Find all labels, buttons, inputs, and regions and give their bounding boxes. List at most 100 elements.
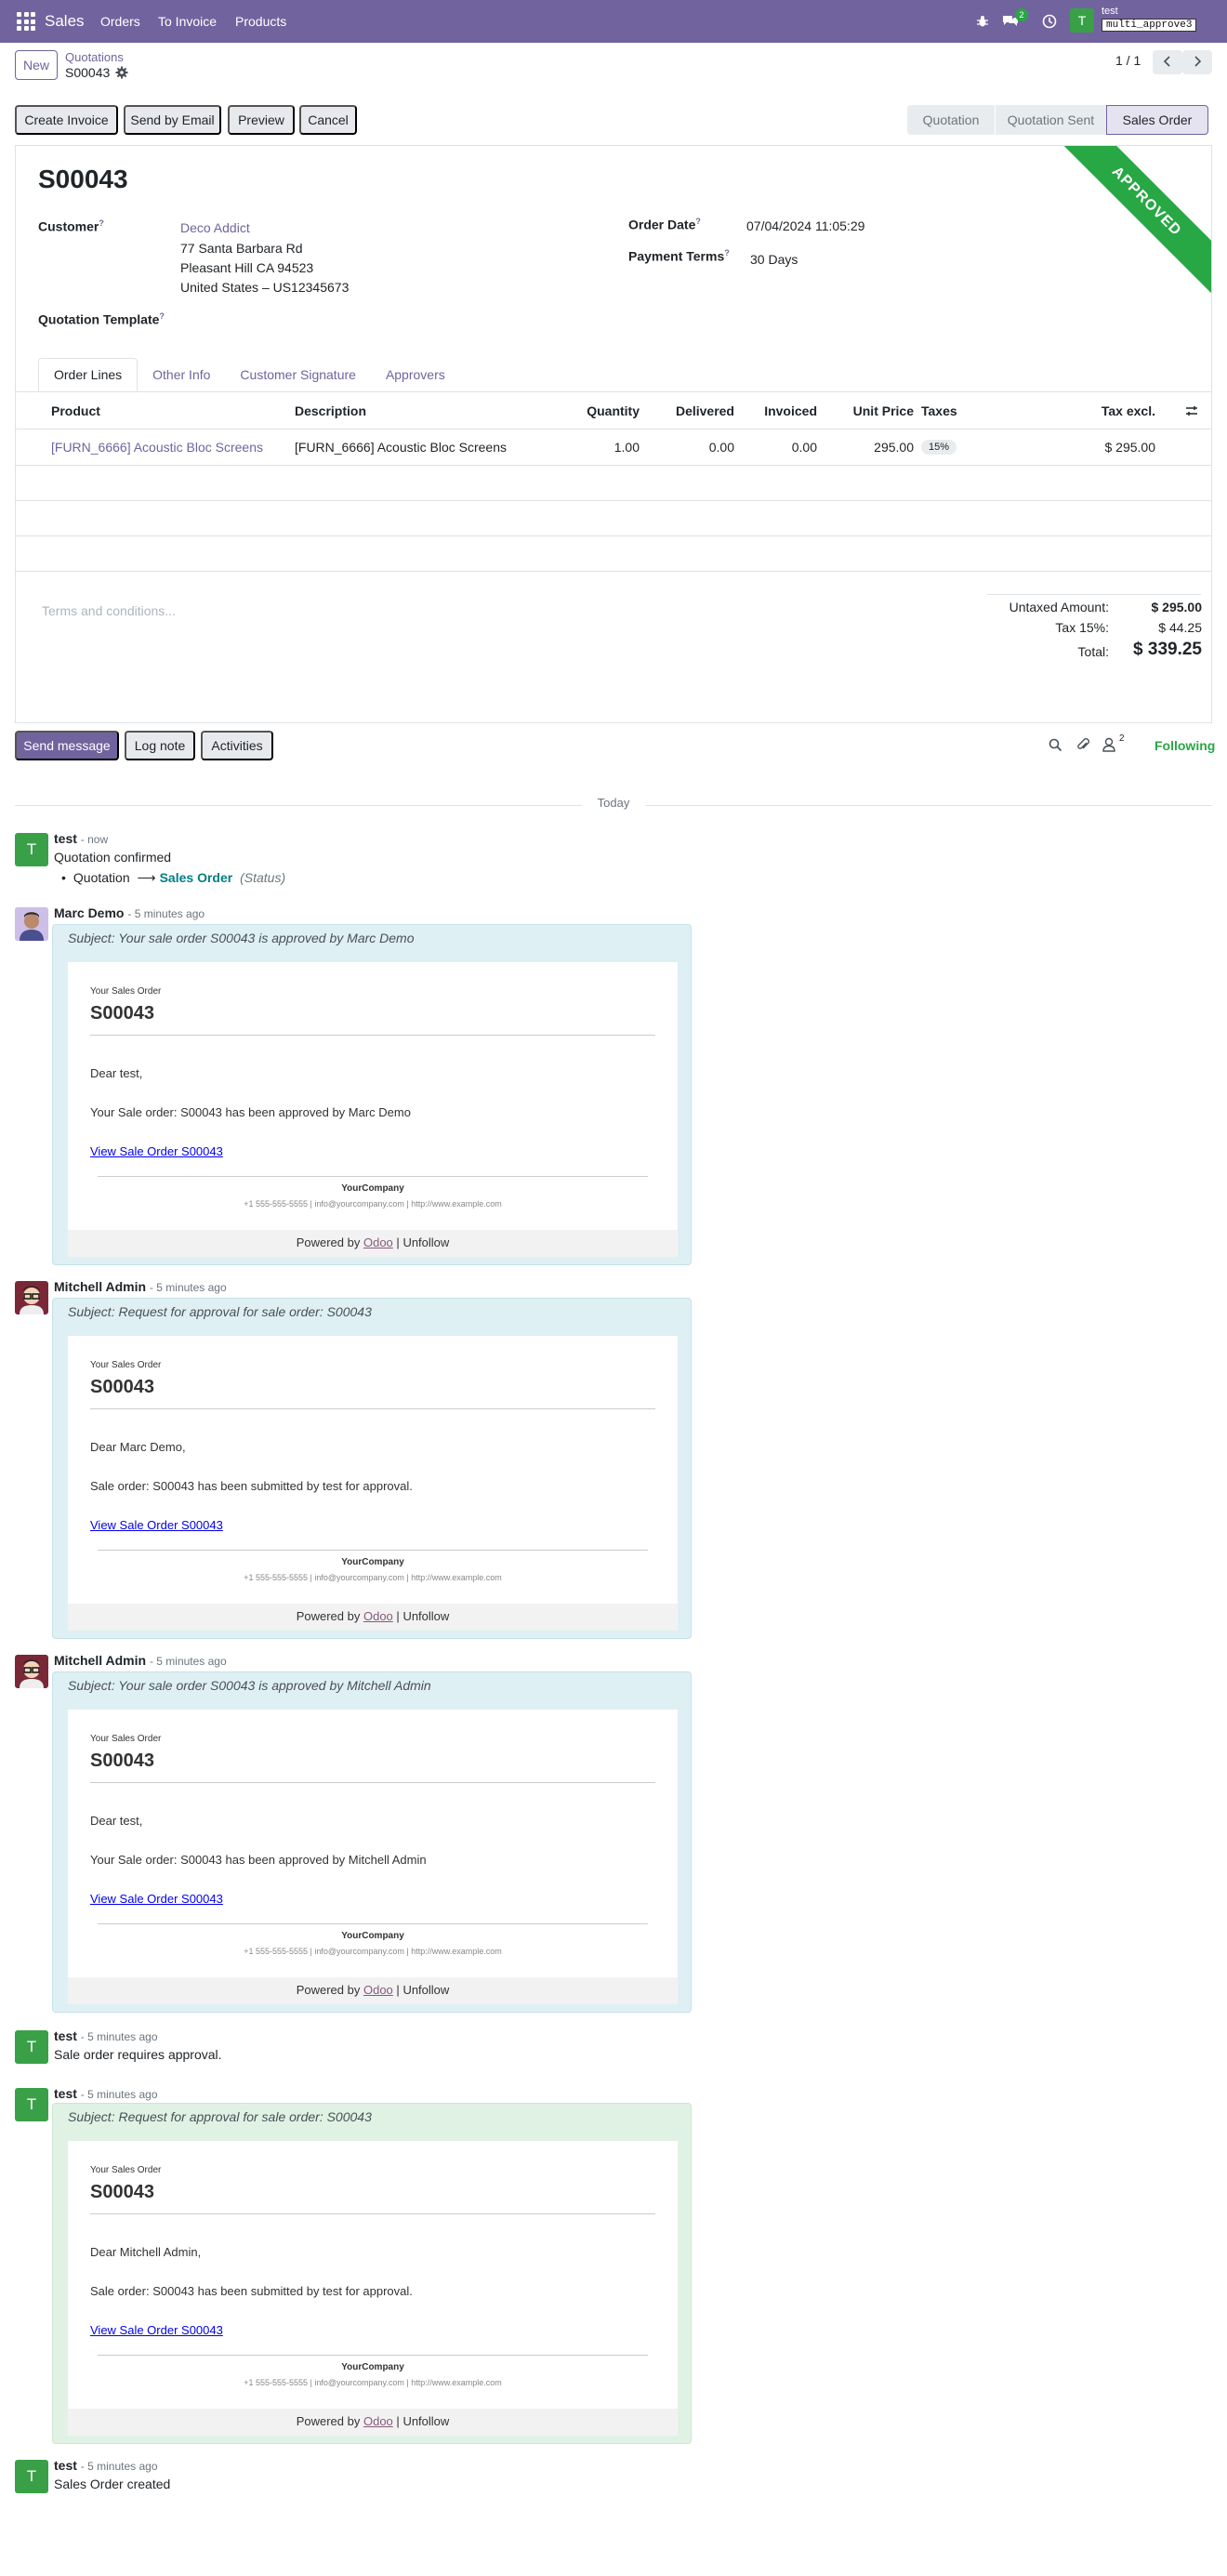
- row-unit-price[interactable]: 295.00: [825, 440, 914, 455]
- unfollow-link[interactable]: Unfollow: [402, 1609, 449, 1623]
- message-author[interactable]: Marc Demo - 5 minutes ago: [54, 905, 204, 920]
- optional-columns-icon[interactable]: [1185, 404, 1198, 420]
- preview-button[interactable]: Preview: [228, 105, 295, 135]
- create-invoice-button[interactable]: Create Invoice: [15, 105, 118, 135]
- tabs-divider: [16, 391, 1211, 392]
- form-tabs: Order Lines Other Info Customer Signatur…: [38, 358, 460, 391]
- debug-bug-icon[interactable]: [972, 11, 993, 32]
- row-quantity[interactable]: 1.00: [532, 440, 640, 455]
- order-date-value[interactable]: 07/04/2024 11:05:29: [746, 218, 864, 233]
- email-message-card: Subject: Request for approval for sale o…: [52, 2103, 692, 2444]
- col-delivered[interactable]: Delivered: [648, 403, 734, 418]
- row-product[interactable]: [FURN_6666] Acoustic Bloc Screens: [51, 440, 263, 455]
- email-divider: [98, 2355, 648, 2356]
- email-title: S00043: [90, 1750, 154, 1771]
- avatar[interactable]: [15, 1655, 48, 1688]
- message-author[interactable]: Mitchell Admin - 5 minutes ago: [54, 1279, 227, 1294]
- apps-menu-icon[interactable]: [17, 12, 35, 31]
- menu-to-invoice[interactable]: To Invoice: [158, 14, 217, 29]
- avatar[interactable]: T: [15, 2030, 48, 2064]
- col-unit-price[interactable]: Unit Price: [825, 403, 914, 418]
- order-name: S00043: [38, 165, 128, 193]
- gear-icon[interactable]: [115, 66, 128, 79]
- email-kicker: Your Sales Order: [90, 986, 162, 997]
- tab-customer-signature[interactable]: Customer Signature: [225, 358, 371, 391]
- row-tax-badge[interactable]: 15%: [921, 440, 957, 455]
- following-button[interactable]: Following: [1154, 738, 1215, 753]
- app-name[interactable]: Sales: [45, 12, 85, 31]
- new-button[interactable]: New: [15, 50, 58, 80]
- chat-badge: 2: [1015, 8, 1028, 21]
- message-author[interactable]: test - 5 minutes ago: [54, 2086, 158, 2101]
- table-row[interactable]: [FURN_6666] Acoustic Bloc Screens [FURN_…: [16, 429, 1211, 465]
- email-greeting: Dear Marc Demo,: [90, 1440, 186, 1454]
- message-author[interactable]: Mitchell Admin - 5 minutes ago: [54, 1653, 227, 1668]
- row-tax-excl: $ 295.00: [1104, 440, 1156, 455]
- terms-input[interactable]: Terms and conditions...: [42, 603, 176, 618]
- message-author[interactable]: test - now: [54, 831, 108, 846]
- odoo-link[interactable]: Odoo: [363, 1235, 393, 1249]
- email-contact: +1 555-555-5555 | info@yourcompany.com |…: [244, 1199, 502, 1209]
- send-by-email-button[interactable]: Send by Email: [124, 105, 221, 135]
- message-author[interactable]: test - 5 minutes ago: [54, 2028, 158, 2043]
- tab-approvers[interactable]: Approvers: [371, 358, 460, 391]
- breadcrumb-current: S00043: [65, 65, 111, 80]
- approved-ribbon: APPROVED: [1047, 146, 1211, 301]
- unfollow-link[interactable]: Unfollow: [402, 1983, 449, 1997]
- col-quantity[interactable]: Quantity: [532, 403, 640, 418]
- view-sale-order-link[interactable]: View Sale Order S00043: [90, 1518, 223, 1532]
- followers-icon[interactable]: [1102, 737, 1115, 755]
- col-invoiced[interactable]: Invoiced: [741, 403, 817, 418]
- col-taxes[interactable]: Taxes: [921, 403, 957, 418]
- user-avatar[interactable]: T: [1070, 8, 1094, 33]
- menu-orders[interactable]: Orders: [100, 14, 140, 29]
- activities-button[interactable]: Activities: [201, 731, 273, 760]
- paperclip-icon[interactable]: [1076, 737, 1090, 755]
- email-kicker: Your Sales Order: [90, 1360, 162, 1370]
- user-menu[interactable]: test multi_approve3: [1102, 6, 1197, 32]
- odoo-link[interactable]: Odoo: [363, 1609, 393, 1623]
- col-description[interactable]: Description: [295, 403, 366, 418]
- col-product[interactable]: Product: [51, 403, 100, 418]
- stage-quotation[interactable]: Quotation: [907, 105, 995, 135]
- avatar[interactable]: [15, 907, 48, 941]
- message-author[interactable]: test - 5 minutes ago: [54, 2458, 158, 2473]
- tab-order-lines[interactable]: Order Lines: [38, 358, 139, 391]
- payment-terms-value[interactable]: 30 Days: [750, 252, 798, 267]
- unfollow-link[interactable]: Unfollow: [402, 1235, 449, 1249]
- col-tax-excl[interactable]: Tax excl.: [1066, 403, 1155, 418]
- email-content: Your Sales Order S00043 Dear Mitchell Ad…: [68, 2141, 678, 2436]
- odoo-link[interactable]: Odoo: [363, 1983, 393, 1997]
- email-powered-by: Powered by Odoo | Unfollow: [296, 1609, 450, 1623]
- avatar[interactable]: [15, 1281, 48, 1314]
- unfollow-link[interactable]: Unfollow: [402, 2414, 449, 2428]
- search-icon[interactable]: [1049, 738, 1062, 755]
- view-sale-order-link[interactable]: View Sale Order S00043: [90, 1892, 223, 1906]
- stage-sales-order[interactable]: Sales Order: [1106, 105, 1208, 135]
- tab-other-info[interactable]: Other Info: [138, 358, 225, 391]
- odoo-link[interactable]: Odoo: [363, 2414, 393, 2428]
- email-kicker: Your Sales Order: [90, 2165, 162, 2175]
- avatar[interactable]: T: [15, 2460, 48, 2493]
- customer-link[interactable]: Deco Addict: [180, 220, 250, 235]
- avatar[interactable]: T: [15, 2088, 48, 2121]
- cancel-button[interactable]: Cancel: [299, 105, 357, 135]
- log-note-button[interactable]: Log note: [125, 731, 195, 760]
- send-message-button[interactable]: Send message: [15, 731, 119, 760]
- message-body: Sale order requires approval.: [54, 2047, 222, 2062]
- view-sale-order-link[interactable]: View Sale Order S00043: [90, 1144, 223, 1158]
- breadcrumb-quotations[interactable]: Quotations: [65, 50, 124, 64]
- pager-previous-button[interactable]: [1153, 50, 1182, 74]
- email-body: Sale order: S00043 has been submitted by…: [90, 1479, 413, 1493]
- view-sale-order-link[interactable]: View Sale Order S00043: [90, 2323, 223, 2337]
- activity-clock-icon[interactable]: [1039, 11, 1060, 32]
- row-invoiced: 0.00: [791, 440, 817, 455]
- email-divider: [90, 1035, 655, 1036]
- row-description[interactable]: [FURN_6666] Acoustic Bloc Screens: [295, 440, 507, 455]
- menu-products[interactable]: Products: [235, 14, 286, 29]
- pager-value[interactable]: 1 / 1: [1115, 53, 1141, 68]
- pager-next-button[interactable]: [1182, 50, 1212, 74]
- stage-quotation-sent[interactable]: Quotation Sent: [995, 105, 1106, 135]
- avatar[interactable]: T: [15, 833, 48, 866]
- address-line-2: Pleasant Hill CA 94523: [180, 260, 314, 275]
